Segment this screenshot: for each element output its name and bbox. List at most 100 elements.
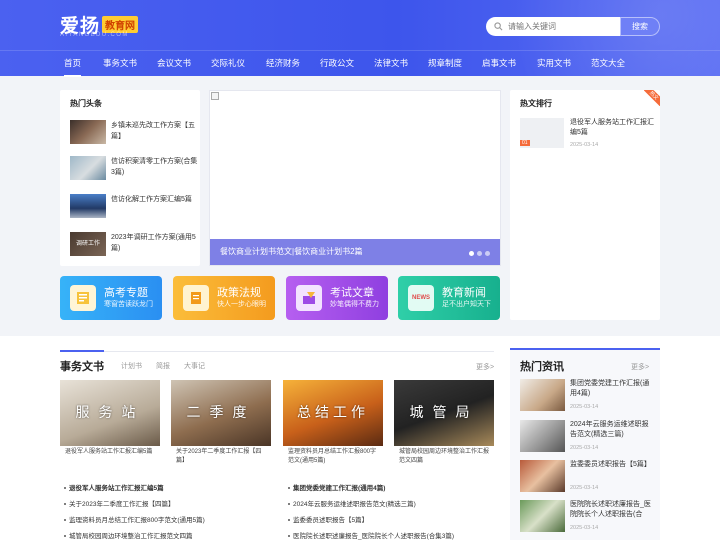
- nav-item-rules[interactable]: 规章制度: [428, 51, 462, 77]
- headlines-title: 热门头条: [70, 99, 102, 108]
- article-caption: 城管局校园周边环境整治工作汇报范文四篇: [399, 449, 490, 464]
- hot-news-thumbnail: [520, 460, 565, 492]
- headline-title: 信访化解工作方案汇编5篇: [111, 196, 192, 203]
- hot-news-item[interactable]: 医院院长述职述廉报告_医院院长个人述职报告(合 2025-03-14: [520, 500, 651, 534]
- carousel-dot[interactable]: [477, 251, 482, 256]
- feature-subtitle: 寒窗苦读跃龙门: [104, 300, 153, 308]
- headline-item[interactable]: 信访积案清零工作方案(合集3篇): [70, 156, 198, 186]
- nav-item-home[interactable]: 首页: [64, 51, 82, 77]
- search-icon: [494, 22, 503, 31]
- search-button[interactable]: 搜索: [620, 17, 660, 36]
- hot-news-title: 热门资讯: [520, 361, 564, 373]
- affairs-list-item[interactable]: 监委委员述职报告【5篇】: [288, 514, 368, 524]
- article-card[interactable]: 总结工作 监理资料员月总结工作汇报800字范文(通用5篇): [283, 380, 383, 466]
- feature-gaokao[interactable]: 高考专题 寒窗苦读跃龙门: [60, 276, 162, 320]
- hot-news-item-date: 2025-03-14: [570, 525, 599, 531]
- nav-item-notice[interactable]: 启事文书: [482, 51, 516, 77]
- search-box[interactable]: [486, 17, 620, 36]
- nav-item-etiquette[interactable]: 交际礼仪: [211, 51, 245, 77]
- nav-item-official[interactable]: 行政公文: [320, 51, 354, 77]
- hot-news-item-date: 2025-03-14: [570, 485, 599, 491]
- hot-news-item-date: 2025-03-14: [570, 404, 599, 410]
- nav-item-affairs[interactable]: 事务文书: [103, 51, 137, 77]
- hot-news-item-title: 集团党委党建工作汇报(通用4篇): [570, 380, 650, 397]
- hot-rank-item[interactable]: 01 退役军人服务站工作汇报汇编5篇 2025-03-14: [520, 118, 655, 152]
- affairs-tag[interactable]: 简报: [156, 361, 170, 371]
- affairs-tag[interactable]: 大事记: [184, 361, 205, 371]
- hot-rank-title: 热文排行: [520, 99, 552, 108]
- hot-news-more-link[interactable]: 更多>: [631, 362, 649, 372]
- carousel-dot[interactable]: [485, 251, 490, 256]
- thumbnail-text: 调研工作: [75, 241, 100, 247]
- affairs-list-item[interactable]: 监理资料员月总结工作汇报800字范文(通用5篇): [64, 514, 205, 524]
- carousel-dots: [469, 251, 490, 256]
- hot-news-item[interactable]: 监委委员述职报告【5篇】 2025-03-14: [520, 460, 651, 494]
- book-icon: [70, 285, 96, 311]
- article-card[interactable]: 二季度 关于2023年二季度工作汇报【四篇】: [171, 380, 271, 466]
- main-nav: 首页 事务文书 会议文书 交际礼仪 经济财务 行政公文 法律文书 规章制度 启事…: [0, 50, 720, 77]
- feature-title: 高考专题: [104, 286, 148, 299]
- feature-policy[interactable]: 政策法规 快人一步心眼明: [173, 276, 275, 320]
- document-icon: [183, 285, 209, 311]
- article-card[interactable]: 服务站 退役军人服务站工作汇报汇编5篇: [60, 380, 160, 466]
- headline-item[interactable]: 乡镇未巡先改工作方案【五篇】: [70, 120, 198, 150]
- headline-title: 信访积案清零工作方案(合集3篇): [111, 158, 198, 176]
- article-image: 城管局: [394, 380, 494, 446]
- article-image: 服务站: [60, 380, 160, 446]
- hot-rank-item-date: 2025-03-14: [570, 142, 599, 148]
- feature-subtitle: 足不出户知天下: [442, 300, 491, 308]
- hot-news-item-title: 2024年云服务运维述职报告范文(精选三篇): [570, 421, 649, 438]
- nav-item-meeting[interactable]: 会议文书: [157, 51, 191, 77]
- hot-news-item-title: 医院院长述职述廉报告_医院院长个人述职报告(合: [570, 501, 651, 518]
- nav-item-legal[interactable]: 法律文书: [374, 51, 408, 77]
- headline-item[interactable]: 调研工作 2023年调研工作方案(通用5篇): [70, 232, 198, 262]
- affairs-title-line: [60, 351, 494, 352]
- image-word: 二季度: [186, 404, 256, 420]
- hot-news-thumbnail: [520, 379, 565, 411]
- feature-subtitle: 妙笔偶得不费力: [330, 300, 379, 308]
- rank-number: 01: [520, 140, 530, 146]
- banner-caption[interactable]: 餐饮商业计划书范文|餐饮商业计划书2篇: [210, 239, 500, 265]
- news-icon: NEWS: [408, 285, 434, 311]
- affairs-list-item[interactable]: 退役军人服务站工作汇报汇编5篇: [64, 482, 164, 492]
- affairs-list-item[interactable]: 关于2023年二季度工作汇报【四篇】: [64, 498, 174, 508]
- affairs-list-item[interactable]: 集团党委党建工作汇报(通用4篇): [288, 482, 385, 492]
- article-image: 总结工作: [283, 380, 383, 446]
- logo-domain: AIYANGEDU.COM: [60, 32, 129, 38]
- article-caption: 监理资料员月总结工作汇报800字范文(通用5篇): [288, 449, 377, 464]
- headline-thumbnail: [70, 120, 106, 144]
- headline-thumbnail: [70, 156, 106, 180]
- nav-item-practical[interactable]: 实用文书: [537, 51, 571, 77]
- affairs-tag[interactable]: 计划书: [121, 361, 142, 371]
- feature-news[interactable]: NEWS 教育新闻 足不出户知天下: [398, 276, 500, 320]
- feature-title: 教育新闻: [442, 286, 486, 299]
- affairs-more-link[interactable]: 更多>: [476, 362, 494, 372]
- hot-news-item[interactable]: 集团党委党建工作汇报(通用4篇) 2025-03-14: [520, 379, 650, 413]
- pen-icon: [296, 285, 322, 311]
- feature-title: 政策法规: [217, 286, 261, 299]
- article-card[interactable]: 城管局 城管局校园周边环境整治工作汇报范文四篇: [394, 380, 494, 466]
- affairs-list-item[interactable]: 医院院长述职述廉报告_医院院长个人述职报告(合集3篇): [288, 530, 454, 540]
- search-input[interactable]: [508, 22, 608, 31]
- search-bar: 搜索: [486, 17, 660, 36]
- hot-news-item-title: 监委委员述职报告【5篇】: [570, 461, 651, 468]
- carousel-dot[interactable]: [469, 251, 474, 256]
- affairs-list-item[interactable]: 城管局校园周边环境整治工作汇报范文四篇: [64, 530, 193, 540]
- logo-badge: 教育网: [102, 16, 139, 33]
- article-caption: 退役军人服务站工作汇报汇编5篇: [65, 449, 153, 455]
- affairs-list-item[interactable]: 2024年云服务运维述职报告范文(精选三篇): [288, 498, 416, 508]
- hot-badge: 热文: [644, 90, 660, 106]
- hot-badge-text: 热文: [644, 90, 660, 106]
- feature-exam[interactable]: 考试文章 妙笔偶得不费力: [286, 276, 388, 320]
- headline-title: 2023年调研工作方案(通用5篇): [111, 234, 196, 252]
- hot-news-item[interactable]: 2024年云服务运维述职报告范文(精选三篇) 2025-03-14: [520, 420, 650, 454]
- article-image: 二季度: [171, 380, 271, 446]
- news-icon-text: NEWS: [412, 295, 430, 301]
- hot-news-thumbnail: [520, 420, 565, 452]
- nav-item-samples[interactable]: 范文大全: [591, 51, 625, 77]
- hot-news-item-date: 2025-03-14: [570, 445, 599, 451]
- headline-item[interactable]: 信访化解工作方案汇编5篇: [70, 194, 198, 224]
- banner-carousel[interactable]: 餐饮商业计划书范文|餐饮商业计划书2篇: [209, 90, 501, 266]
- nav-item-finance[interactable]: 经济财务: [266, 51, 300, 77]
- article-caption: 关于2023年二季度工作汇报【四篇】: [176, 449, 262, 464]
